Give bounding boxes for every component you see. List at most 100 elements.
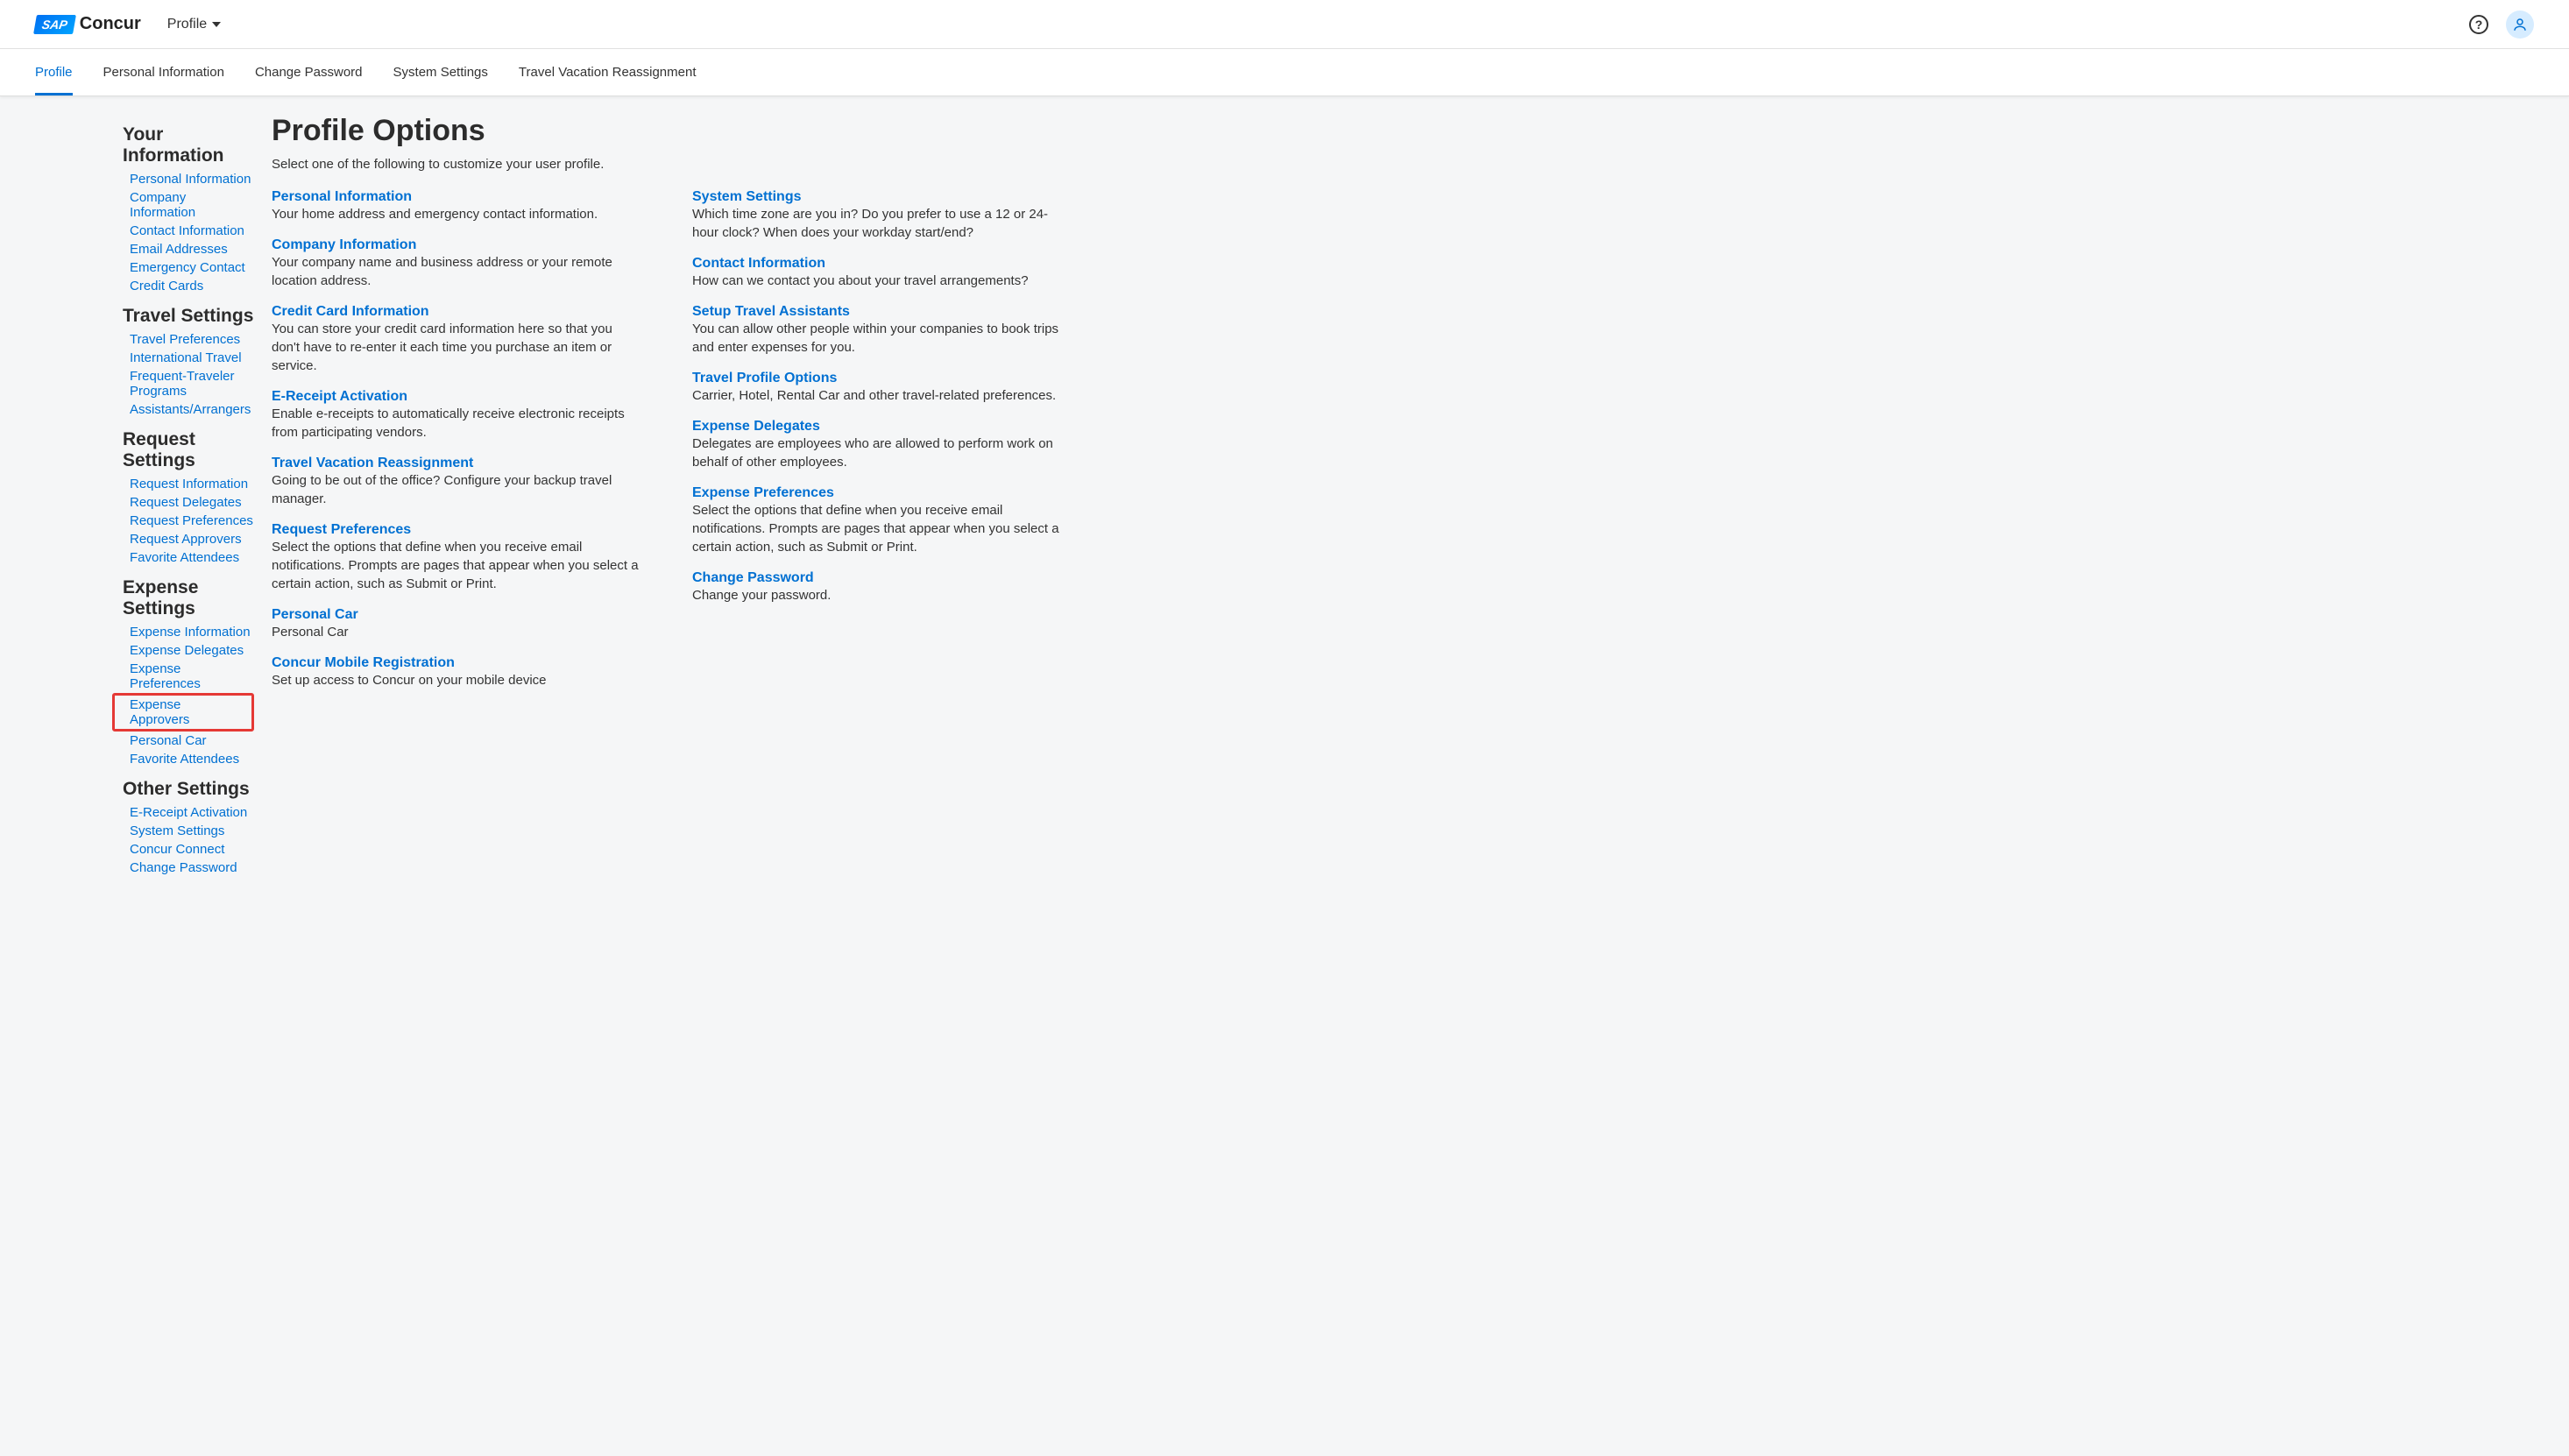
options-grid: Personal InformationYour home address an… — [272, 189, 2534, 703]
sidebar-group: Request SettingsRequest InformationReque… — [123, 429, 254, 567]
sidebar-link[interactable]: Change Password — [123, 859, 254, 877]
sidebar-link[interactable]: Personal Information — [123, 170, 254, 188]
chevron-down-icon — [212, 22, 221, 27]
profile-option-title[interactable]: Change Password — [692, 570, 1060, 586]
profile-option-title[interactable]: Personal Car — [272, 607, 640, 623]
sidebar-link[interactable]: Email Addresses — [123, 240, 254, 258]
sidebar-link[interactable]: Expense Approvers — [112, 693, 254, 732]
profile-option-desc: Delegates are employees who are allowed … — [692, 435, 1060, 471]
profile-option-desc: Which time zone are you in? Do you prefe… — [692, 205, 1060, 242]
sidebar-group: Travel SettingsTravel PreferencesInterna… — [123, 306, 254, 419]
profile-option-desc: Going to be out of the office? Configure… — [272, 471, 640, 508]
profile-option: Personal CarPersonal Car — [272, 607, 640, 641]
profile-option-title[interactable]: Personal Information — [272, 189, 640, 205]
logo[interactable]: SAP Concur — [35, 14, 141, 34]
profile-option-desc: Select the options that define when you … — [692, 501, 1060, 556]
profile-option: Concur Mobile RegistrationSet up access … — [272, 655, 640, 689]
options-col-left: Personal InformationYour home address an… — [272, 189, 640, 703]
sidebar-link[interactable]: Request Approvers — [123, 530, 254, 548]
content-wrap: Your InformationPersonal InformationComp… — [0, 96, 2569, 903]
profile-option-desc: Enable e-receipts to automatically recei… — [272, 405, 640, 442]
nav-tab[interactable]: Personal Information — [103, 49, 224, 95]
profile-option: Change PasswordChange your password. — [692, 570, 1060, 604]
user-icon — [2512, 17, 2528, 32]
sidebar-link[interactable]: Emergency Contact — [123, 258, 254, 277]
sidebar-link[interactable]: Frequent-Traveler Programs — [123, 367, 254, 400]
sidebar-link[interactable]: International Travel — [123, 349, 254, 367]
profile-option: E-Receipt ActivationEnable e-receipts to… — [272, 389, 640, 442]
sidebar-link[interactable]: Assistants/Arrangers — [123, 400, 254, 419]
avatar[interactable] — [2506, 11, 2534, 39]
sidebar-group-title: Expense Settings — [123, 577, 254, 619]
sidebar-link[interactable]: Request Preferences — [123, 512, 254, 530]
profile-option-title[interactable]: Request Preferences — [272, 522, 640, 538]
profile-option: Credit Card InformationYou can store you… — [272, 304, 640, 375]
sidebar-group: Expense SettingsExpense InformationExpen… — [123, 577, 254, 768]
page-subtitle: Select one of the following to customize… — [272, 157, 2534, 172]
sidebar-link[interactable]: Expense Information — [123, 623, 254, 641]
profile-option-title[interactable]: Expense Delegates — [692, 419, 1060, 435]
options-col-right: System SettingsWhich time zone are you i… — [692, 189, 1060, 703]
top-left: SAP Concur Profile — [35, 14, 221, 34]
profile-option-desc: Personal Car — [272, 623, 640, 641]
profile-option: Company InformationYour company name and… — [272, 237, 640, 290]
profile-option: Expense DelegatesDelegates are employees… — [692, 419, 1060, 471]
sidebar-link[interactable]: Travel Preferences — [123, 330, 254, 349]
profile-option-title[interactable]: Expense Preferences — [692, 485, 1060, 501]
page-title: Profile Options — [272, 114, 2534, 148]
profile-option-desc: Change your password. — [692, 586, 1060, 604]
profile-option-title[interactable]: E-Receipt Activation — [272, 389, 640, 405]
nav-tab[interactable]: Profile — [35, 49, 73, 95]
profile-option: Travel Profile OptionsCarrier, Hotel, Re… — [692, 371, 1060, 405]
main: Profile Options Select one of the follow… — [272, 114, 2534, 886]
sidebar-link[interactable]: Favorite Attendees — [123, 548, 254, 567]
profile-option-desc: You can store your credit card informati… — [272, 320, 640, 375]
profile-option: Personal InformationYour home address an… — [272, 189, 640, 223]
profile-option-title[interactable]: Travel Profile Options — [692, 371, 1060, 386]
sidebar-group-title: Your Information — [123, 124, 254, 166]
logo-concur-text: Concur — [80, 14, 141, 34]
profile-option-desc: Your home address and emergency contact … — [272, 205, 640, 223]
nav-tab[interactable]: System Settings — [393, 49, 488, 95]
profile-option-title[interactable]: Concur Mobile Registration — [272, 655, 640, 671]
top-right: ? — [2469, 11, 2534, 39]
profile-option: Contact InformationHow can we contact yo… — [692, 256, 1060, 290]
profile-option-title[interactable]: Setup Travel Assistants — [692, 304, 1060, 320]
nav-tab[interactable]: Change Password — [255, 49, 363, 95]
profile-option-desc: Your company name and business address o… — [272, 253, 640, 290]
profile-option-title[interactable]: Contact Information — [692, 256, 1060, 272]
sidebar-link[interactable]: E-Receipt Activation — [123, 803, 254, 822]
sidebar-link[interactable]: Credit Cards — [123, 277, 254, 295]
sidebar-link[interactable]: Request Delegates — [123, 493, 254, 512]
sidebar-group-title: Request Settings — [123, 429, 254, 471]
profile-option-desc: Select the options that define when you … — [272, 538, 640, 593]
profile-option: Expense PreferencesSelect the options th… — [692, 485, 1060, 556]
profile-dropdown[interactable]: Profile — [167, 17, 221, 32]
profile-option: Setup Travel AssistantsYou can allow oth… — [692, 304, 1060, 357]
profile-option-title[interactable]: Travel Vacation Reassignment — [272, 456, 640, 471]
profile-option-title[interactable]: Company Information — [272, 237, 640, 253]
profile-option-desc: Set up access to Concur on your mobile d… — [272, 671, 640, 689]
sidebar-group: Other SettingsE-Receipt ActivationSystem… — [123, 779, 254, 877]
sidebar-link[interactable]: Expense Delegates — [123, 641, 254, 660]
sidebar-link[interactable]: Contact Information — [123, 222, 254, 240]
sidebar: Your Information Personal InformationComp… — [35, 114, 254, 886]
profile-option: Travel Vacation ReassignmentGoing to be … — [272, 456, 640, 508]
sidebar-link[interactable]: Favorite Attendees — [123, 750, 254, 768]
profile-dropdown-label: Profile — [167, 17, 207, 32]
sidebar-link[interactable]: Expense Preferences — [123, 660, 254, 693]
top-bar: SAP Concur Profile ? — [0, 0, 2569, 49]
profile-option-title[interactable]: Credit Card Information — [272, 304, 640, 320]
nav-tab[interactable]: Travel Vacation Reassignment — [519, 49, 697, 95]
sidebar-link[interactable]: Request Information — [123, 475, 254, 493]
sidebar-link[interactable]: Personal Car — [123, 732, 254, 750]
profile-option-title[interactable]: System Settings — [692, 189, 1060, 205]
nav-tabs: Profile Personal Information Change Passwo… — [0, 49, 2569, 96]
profile-option-desc: How can we contact you about your travel… — [692, 272, 1060, 290]
profile-option: Request PreferencesSelect the options th… — [272, 522, 640, 593]
sidebar-link[interactable]: System Settings — [123, 822, 254, 840]
sidebar-link[interactable]: Company Information — [123, 188, 254, 222]
help-icon[interactable]: ? — [2469, 15, 2488, 34]
sidebar-group: Your Information Personal InformationComp… — [123, 124, 254, 295]
sidebar-link[interactable]: Concur Connect — [123, 840, 254, 859]
